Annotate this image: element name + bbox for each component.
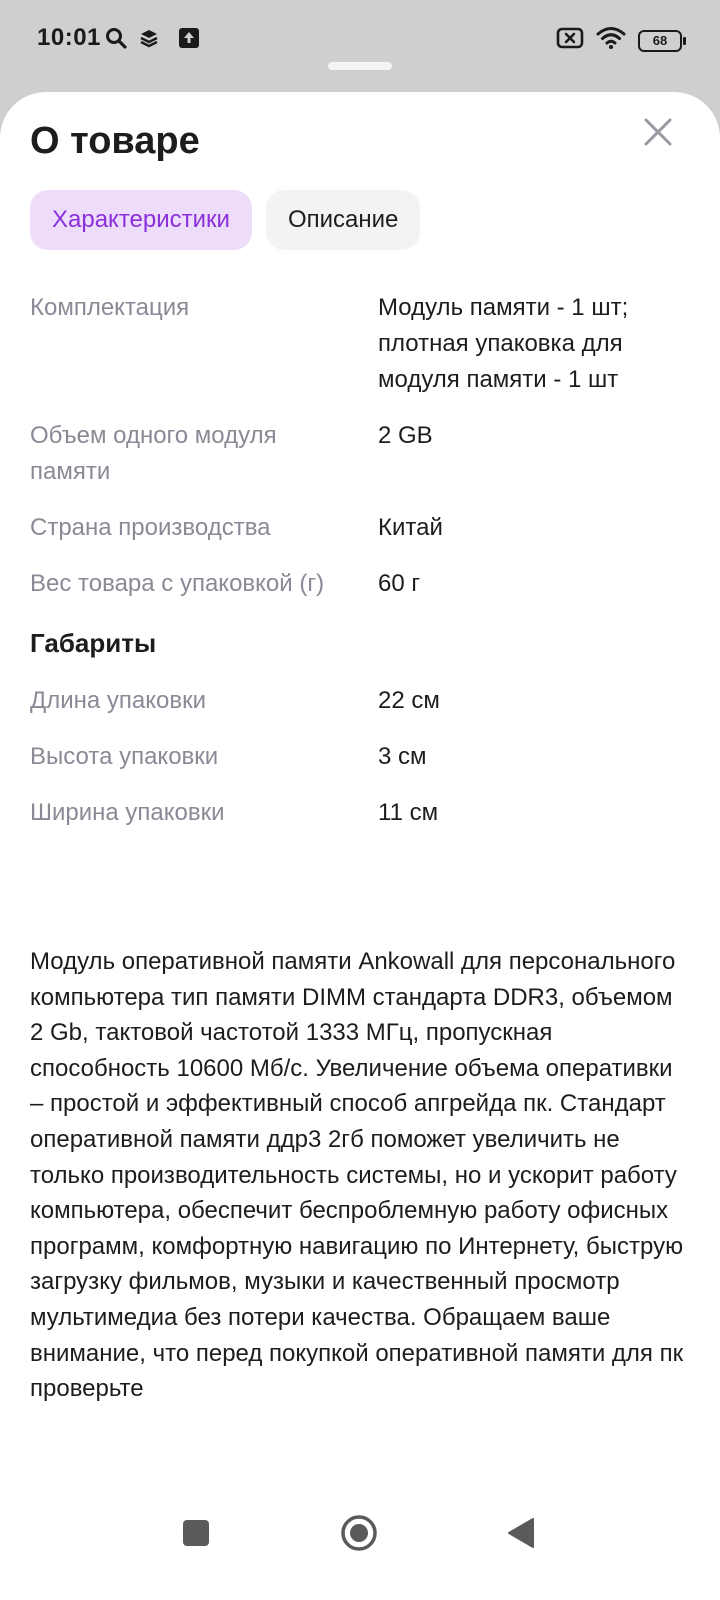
tabs: Характеристики Описание [30,190,421,250]
spec-row: Страна производства Китай [30,510,690,546]
home-button[interactable] [340,1514,378,1557]
spec-name: Комплектация [30,294,190,321]
spec-name: Высота упаковки [30,743,219,770]
spec-row: Объем одного модуля памяти 2 GB [30,418,690,490]
status-time: 10:01 [37,24,101,51]
battery-level: 68 [652,33,668,48]
specs-list: Комплектация Модуль памяти - 1 шт; плотн… [30,290,690,851]
status-bar: 10:01 68 [0,0,720,78]
spec-row: Вес товара с упаковкой (г) 60 г [30,566,690,602]
spec-value: 11 см [378,799,439,826]
dimensions-heading: Габариты [30,628,157,658]
back-button[interactable] [506,1516,536,1555]
tab-description[interactable]: Описание [265,190,421,250]
upload-icon [178,27,200,54]
navigation-bar [0,1488,720,1600]
sim-off-icon [556,27,584,54]
tab-characteristics[interactable]: Характеристики [30,190,252,250]
spec-value: 2 GB [378,422,433,449]
spec-value: 60 г [378,570,421,597]
dimension-row: Высота упаковки 3 см [30,739,690,775]
search-icon [104,26,128,55]
product-sheet: О товаре Характеристики Описание Комплек… [0,92,720,1600]
sheet-grabber[interactable] [328,62,392,70]
layers-icon [138,27,160,54]
status-icons-left [104,26,200,55]
triangle-back-icon [506,1518,536,1554]
spec-name: Длина упаковки [30,687,207,714]
spec-name: Ширина упаковки [30,799,225,826]
spec-value: 3 см [378,743,427,770]
status-icons-right: 68 [556,26,686,55]
dimension-row: Длина упаковки 22 см [30,683,690,719]
spec-name: Объем одного модуля памяти [30,422,277,485]
spec-value: Модуль памяти - 1 шт; плотная упаковка д… [378,294,629,393]
wifi-icon [596,26,626,55]
spec-value: Китай [378,514,443,541]
spec-value: 22 см [378,687,440,714]
spec-name: Вес товара с упаковкой (г) [30,570,325,597]
close-icon [643,117,673,152]
sheet-title: О товаре [30,120,200,162]
spec-row: Комплектация Модуль памяти - 1 шт; плотн… [30,290,690,398]
recents-button[interactable] [181,1518,211,1553]
close-button[interactable] [638,114,678,154]
dimension-row: Ширина упаковки 11 см [30,795,690,831]
spec-name: Страна производства [30,514,271,541]
square-icon [181,1520,211,1552]
battery-icon: 68 [638,29,686,52]
product-description: Модуль оперативной памяти Ankowall для п… [30,948,684,1403]
circle-icon [340,1515,378,1556]
